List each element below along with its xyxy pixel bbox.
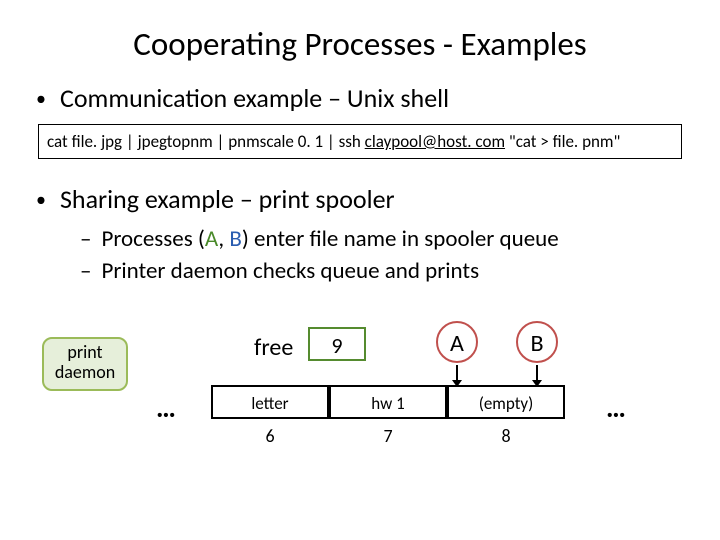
pd-line1: print xyxy=(67,341,102,363)
queue-index: 7 xyxy=(329,425,447,447)
sub1-b: B xyxy=(229,225,242,253)
sub2-text: Printer daemon checks queue and prints xyxy=(101,257,479,285)
bullet-communication-text: Communication example – Unix shell xyxy=(60,82,449,114)
process-a: A xyxy=(436,321,478,363)
free-label: free xyxy=(254,333,293,362)
free-value-box: 9 xyxy=(308,327,366,361)
dash-icon: – xyxy=(80,225,91,253)
sub1-pre: Processes ( xyxy=(101,225,204,253)
slide-title: Cooperating Processes - Examples xyxy=(36,24,684,64)
bullet-dot-icon: • xyxy=(36,188,46,212)
shell-command-box: cat file. jpg | jpegtopnm | pnmscale 0. … xyxy=(38,124,682,159)
bullet-sharing: • Sharing example – print spooler xyxy=(36,183,684,215)
queue-cell: (empty) xyxy=(447,385,565,419)
subbullet-printer: – Printer daemon checks queue and prints xyxy=(80,257,684,285)
sub1-a: A xyxy=(205,225,218,253)
bullet-dot-icon: • xyxy=(36,87,46,111)
dash-icon: – xyxy=(80,257,91,285)
pd-line2: daemon xyxy=(55,361,115,383)
arrow-a-icon xyxy=(456,365,458,385)
ellipsis-left: … xyxy=(156,390,176,425)
bullet-sharing-text: Sharing example – print spooler xyxy=(60,183,395,215)
sub1-post: ) enter file name in spooler queue xyxy=(242,225,559,253)
subbullet-processes: – Processes (A, B) enter file name in sp… xyxy=(80,225,684,253)
queue-cell: letter xyxy=(211,385,329,419)
spooler-diagram: print daemon free 9 A B … … letter hw 1 … xyxy=(36,295,684,465)
arrow-b-icon xyxy=(536,365,538,385)
sub1-mid: , xyxy=(218,225,229,253)
code-suffix: "cat > file. pnm" xyxy=(505,131,620,152)
ellipsis-right: … xyxy=(606,390,626,425)
process-b: B xyxy=(516,321,558,363)
print-daemon-box: print daemon xyxy=(42,337,128,391)
code-host: claypool@host. com xyxy=(365,131,505,152)
queue-index: 8 xyxy=(447,425,565,447)
code-prefix: cat file. jpg | jpegtopnm | pnmscale 0. … xyxy=(47,131,365,152)
bullet-communication: • Communication example – Unix shell xyxy=(36,82,684,114)
queue-cell: hw 1 xyxy=(329,385,447,419)
queue-index: 6 xyxy=(211,425,329,447)
